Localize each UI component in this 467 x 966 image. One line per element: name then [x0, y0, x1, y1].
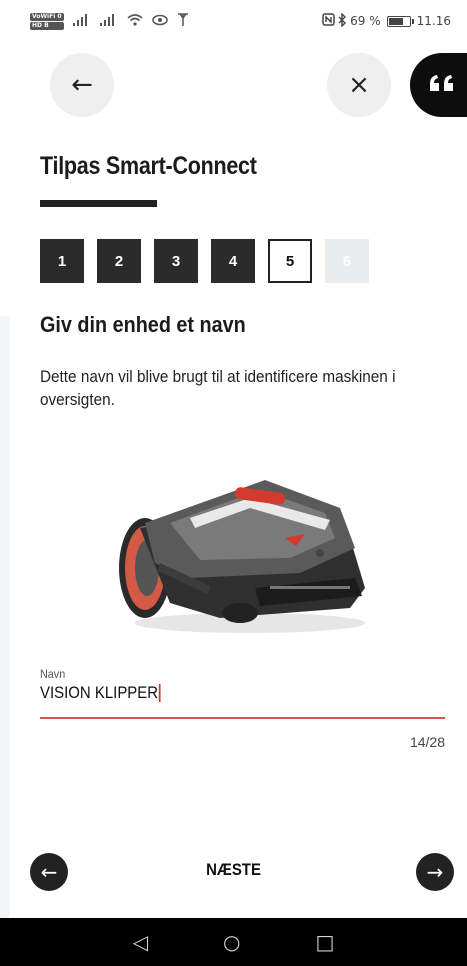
- section-description: Dette navn vil blive brugt til at identi…: [40, 367, 396, 409]
- status-left: VoWiFi 0 HD B: [30, 12, 189, 30]
- wifi-icon: [127, 13, 143, 29]
- page-title: Tilpas Smart-Connect: [40, 152, 257, 180]
- status-bar: VoWiFi 0 HD B 69 % 11.16: [0, 0, 467, 42]
- battery-percent: 69 %: [350, 14, 381, 28]
- character-counter: 14/28: [409, 734, 445, 750]
- status-right: 69 % 11.16: [322, 11, 451, 30]
- section-heading: Giv din enhed et navn: [40, 312, 246, 337]
- system-back-icon[interactable]: ◁: [133, 930, 148, 954]
- name-input[interactable]: VISION KLIPPER: [40, 683, 161, 703]
- nfc-icon: [322, 13, 335, 29]
- left-edge-panel: [0, 316, 10, 920]
- clock: 11.16: [416, 14, 451, 28]
- step-4: 4: [211, 239, 255, 283]
- step-2: 2: [97, 239, 141, 283]
- battery-icon: [386, 15, 414, 27]
- close-button[interactable]: ×: [327, 53, 391, 117]
- next-label[interactable]: NÆSTE: [28, 860, 439, 880]
- arrow-left-icon: ←: [71, 70, 93, 100]
- step-1: 1: [40, 239, 84, 283]
- system-navigation-bar: ◁ ○ □: [0, 918, 467, 966]
- antenna-icon: [177, 12, 189, 30]
- back-button[interactable]: ←: [50, 53, 114, 117]
- title-underline: [40, 200, 157, 207]
- name-input-value[interactable]: VISION KLIPPER: [40, 683, 158, 703]
- signal-icon: [72, 13, 91, 29]
- feedback-button[interactable]: [410, 53, 467, 117]
- text-cursor: [158, 684, 161, 702]
- bluetooth-icon: [338, 11, 347, 30]
- quote-icon: [428, 72, 458, 99]
- signal-icon-2: [99, 13, 118, 29]
- hd-badge: HD B: [30, 21, 64, 30]
- vowifi-badge: VoWiFi 0: [30, 12, 64, 21]
- step-6: 6: [325, 239, 369, 283]
- step-5-current: 5: [268, 239, 312, 283]
- step-3: 3: [154, 239, 198, 283]
- system-recents-icon[interactable]: □: [315, 930, 334, 954]
- name-input-underline: [40, 717, 445, 719]
- network-badges: VoWiFi 0 HD B: [30, 12, 64, 30]
- eye-icon: [151, 14, 168, 29]
- step-indicator: 1 2 3 4 5 6: [40, 239, 369, 283]
- name-field-label: Navn: [40, 667, 66, 681]
- arrow-right-icon: →: [426, 860, 444, 884]
- close-icon: ×: [348, 70, 370, 100]
- next-button[interactable]: →: [416, 853, 454, 891]
- robot-mower-image: [100, 468, 370, 643]
- system-home-icon[interactable]: ○: [223, 930, 240, 954]
